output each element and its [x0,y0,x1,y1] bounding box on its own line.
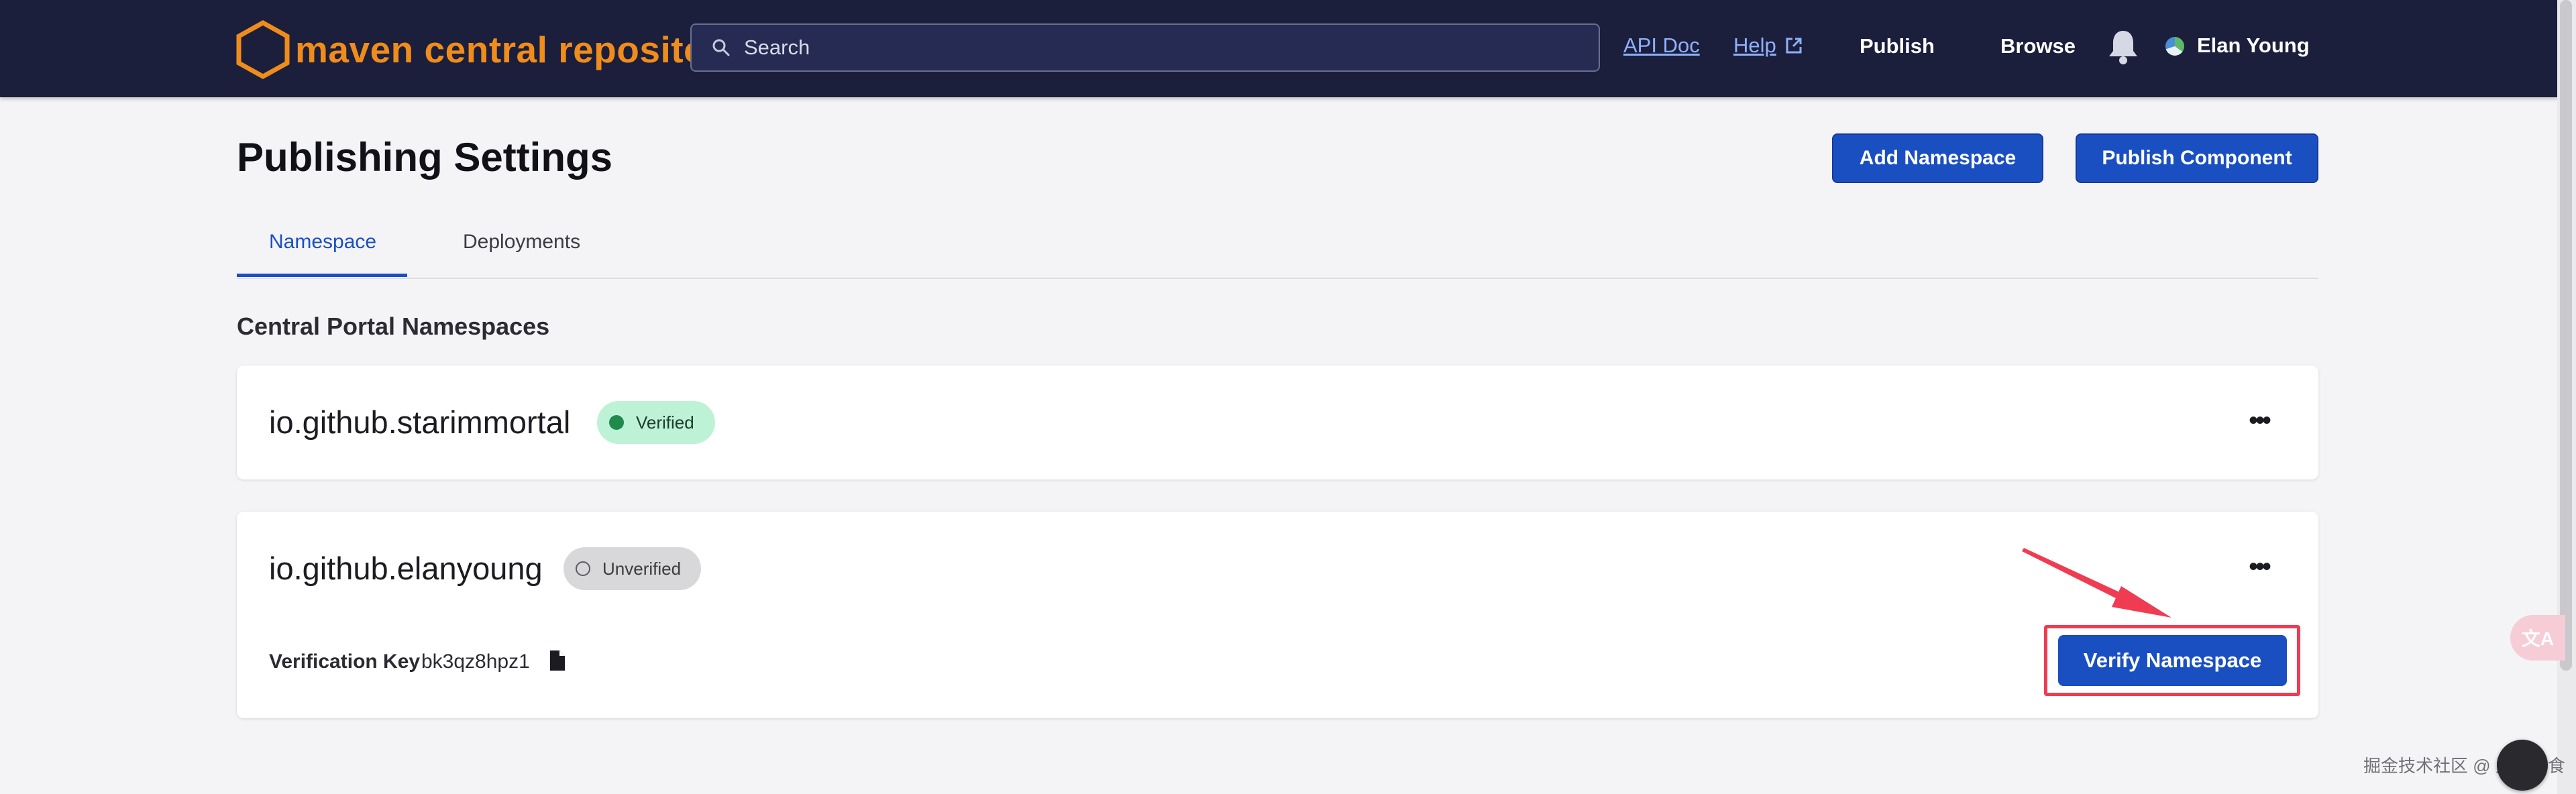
tab-namespace[interactable]: Namespace [269,231,376,253]
verify-namespace-button[interactable]: Verify Namespace [2058,635,2287,686]
more-icon[interactable]: ••• [2249,407,2271,434]
status-badge: Verified [597,401,715,444]
logo-text: maven central repository [295,29,743,70]
publish-nav-button[interactable]: Publish [1860,34,1935,58]
verified-dot-icon [609,415,624,430]
external-link-icon[interactable] [1784,36,1803,55]
status-badge: Unverified [564,547,701,590]
status-badge-label: Unverified [602,558,682,579]
browse-nav-button[interactable]: Browse [2000,34,2076,58]
namespace-name: io.github.elanyoung [269,551,543,586]
help-link[interactable]: Help [1733,34,1776,58]
tab-deployments[interactable]: Deployments [463,231,580,253]
search-placeholder: Search [744,36,810,59]
verification-key-label: Verification Key [269,650,421,673]
status-badge-label: Verified [636,412,694,433]
add-namespace-button[interactable]: Add Namespace [1832,133,2043,183]
namespace-card: io.github.elanyoung Unverified ••• Verif… [237,512,2318,718]
translate-icon[interactable]: 文A [2510,615,2565,661]
section-title: Central Portal Namespaces [237,313,550,340]
search-input[interactable]: Search [690,23,1600,72]
namespace-name: io.github.starimmortal [269,404,571,440]
more-icon[interactable]: ••• [2249,553,2271,580]
avatar[interactable] [2165,37,2184,56]
active-tab-indicator [237,274,407,277]
maven-logo-icon [236,19,290,80]
tab-bar: Namespace Deployments [237,221,2318,279]
maven-logo[interactable]: maven central repository [235,19,742,80]
search-icon [712,39,730,56]
scrollbar-thumb[interactable] [2560,0,2572,671]
document-icon[interactable] [549,649,566,672]
unverified-dot-icon [576,561,590,576]
top-navbar: maven central repository Search API Doc … [0,0,2559,97]
bell-icon[interactable] [2106,28,2140,66]
publish-component-button[interactable]: Publish Component [2076,133,2318,183]
user-name-menu[interactable]: Elan Young [2197,34,2310,58]
api-doc-link[interactable]: API Doc [1623,34,1700,58]
floating-action-button[interactable] [2497,740,2548,791]
verification-key-value: bk3qz8hpz1 [421,650,530,673]
namespace-card: io.github.starimmortal Verified ••• [237,365,2318,479]
page-title: Publishing Settings [237,135,613,180]
